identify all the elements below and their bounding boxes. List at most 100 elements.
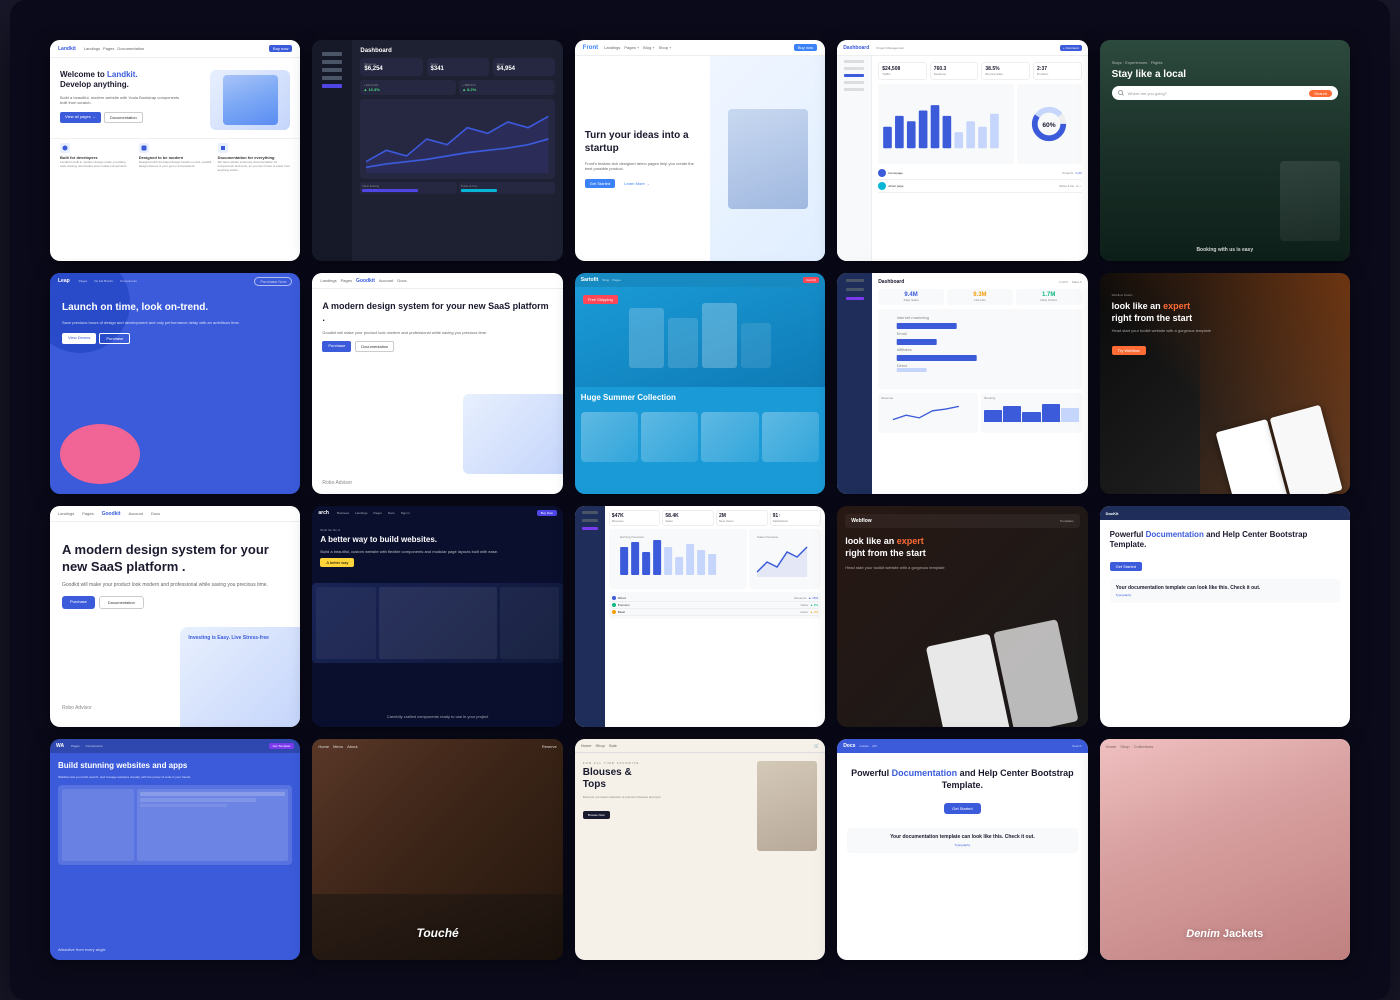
- analytics-btn[interactable]: + Comment: [1060, 45, 1082, 51]
- goodkit-nav-pages[interactable]: Pages: [82, 511, 93, 516]
- touche-nav-item2[interactable]: Menu: [333, 744, 343, 749]
- blouses-cta[interactable]: Browse Now: [583, 811, 610, 819]
- leap-btn[interactable]: Purchase Now: [254, 277, 292, 286]
- wa-desc: Webflow lets you build, launch, and mana…: [58, 775, 292, 779]
- wa-nav-pages[interactable]: Pages: [71, 744, 80, 748]
- goodkit-nav-docs[interactable]: Docs: [151, 511, 160, 516]
- card-arch[interactable]: arch Business Landings Pages Docs Sign i…: [312, 506, 562, 727]
- touche-nav-item1[interactable]: Home: [318, 744, 329, 749]
- robo-nav-landings[interactable]: Landings: [320, 278, 336, 283]
- card-data-dashboard[interactable]: Dashboard In All ▾ Sales ▾ 9.4MDaily Sal…: [837, 273, 1087, 494]
- wa-nav-btn[interactable]: Get Template: [269, 743, 295, 749]
- arch-nav-landings[interactable]: Landings: [355, 511, 367, 515]
- leap-purchase[interactable]: Purchase: [99, 333, 130, 344]
- card-expert[interactable]: Webflow Studio look like an expertright …: [1100, 273, 1350, 494]
- front-hero: Turn your ideas into a startup Front's f…: [575, 56, 825, 261]
- touche-nav-item3[interactable]: About: [347, 744, 357, 749]
- card-summer[interactable]: Sartofit Shop Pages Cart (0) Free Shippi…: [575, 273, 825, 494]
- webflow-nav-templates[interactable]: Templates: [1060, 519, 1074, 523]
- summer-nav-shop[interactable]: Shop: [602, 278, 609, 282]
- card-denim[interactable]: Home Shop Collections Denim Jackets: [1100, 739, 1350, 960]
- landkit-nav-pages[interactable]: Pages: [103, 46, 114, 51]
- front-nav-btn[interactable]: Buy now: [794, 44, 817, 51]
- card-placeholder-dark[interactable]: Webflow Templates look like an expertrig…: [837, 506, 1087, 727]
- robo-nav-pages[interactable]: Pages: [341, 278, 352, 283]
- goodkit-nav-landings[interactable]: Landings: [58, 511, 74, 516]
- robo-nav-docs[interactable]: Docs: [397, 278, 406, 283]
- expert-content: Webflow Studio look like an expertright …: [1112, 293, 1338, 357]
- local-search-placeholder[interactable]: Where are you going?: [1128, 91, 1306, 96]
- docs-nav-link2[interactable]: API: [872, 744, 877, 748]
- landkit-nav-docs[interactable]: Documentation: [117, 46, 144, 51]
- robo-docs-btn[interactable]: Documentation: [355, 341, 394, 352]
- card-goodkit-big[interactable]: Landings Pages Goodkit Account Docs A mo…: [50, 506, 300, 727]
- blouses-nav-shop[interactable]: Shop: [595, 743, 604, 748]
- front-learn-more[interactable]: Learn More →: [619, 179, 655, 188]
- arch-cta[interactable]: A better way: [320, 558, 354, 567]
- pw-btn[interactable]: Get Started: [1110, 562, 1142, 571]
- card-robo[interactable]: Landings Pages Goodkit Account Docs A mo…: [312, 273, 562, 494]
- front-cta[interactable]: Get Started: [585, 179, 615, 188]
- robo-purchase[interactable]: Purchase: [322, 341, 351, 352]
- expert-btn[interactable]: Try Webflow: [1112, 346, 1146, 355]
- docs-nav-link1[interactable]: Guides: [859, 744, 869, 748]
- landkit-btn[interactable]: Buy now: [269, 45, 292, 52]
- card-blouses[interactable]: Home Shop Sale 🛒 FOR ALL TIME FAVORITE B…: [575, 739, 825, 960]
- summer-nav-pages[interactable]: Pages: [612, 278, 621, 282]
- leap-nav-blocks[interactable]: No Fat Blocks: [94, 279, 113, 283]
- front-nav-blog[interactable]: Blog +: [643, 45, 654, 50]
- data-main: Dashboard In All ▾ Sales ▾ 9.4MDaily Sal…: [872, 273, 1087, 439]
- card-dashboard-dark[interactable]: Dashboard Revenue$6,254 Sales$341 Users$…: [312, 40, 562, 261]
- arch-nav-docs[interactable]: Docs: [388, 511, 395, 515]
- summer-cart-btn[interactable]: Cart (0): [803, 277, 819, 283]
- arch-nav-business[interactable]: Business: [337, 511, 349, 515]
- falcon-line-chart: Sales Overview: [749, 529, 821, 589]
- blouses-nav-cart[interactable]: 🛒: [814, 743, 819, 748]
- blouses-nav-home[interactable]: Home: [581, 743, 592, 748]
- wa-logo: WA: [56, 743, 64, 749]
- arch-btn[interactable]: Buy Now: [537, 510, 557, 516]
- card-touche[interactable]: Home Menu About Reserve Touché: [312, 739, 562, 960]
- landkit-docs-btn[interactable]: Documentation: [104, 112, 143, 123]
- card-front[interactable]: Front Landings Pages + Blog + Shop + Buy…: [575, 40, 825, 261]
- denim-nav-home[interactable]: Home: [1106, 744, 1117, 749]
- arch-nav-pages[interactable]: Pages: [373, 511, 382, 515]
- local-search-btn[interactable]: Search: [1309, 90, 1332, 97]
- card-analytics[interactable]: Dashboard Project Management + Comment $…: [837, 40, 1087, 261]
- card-landkit[interactable]: Landkit Landings Pages Documentation Buy…: [50, 40, 300, 261]
- local-search-bar[interactable]: Where are you going? Search: [1112, 86, 1338, 100]
- card-leap[interactable]: Leap Pages No Fat Blocks Components Purc…: [50, 273, 300, 494]
- landkit-nav-landings[interactable]: Landings: [84, 46, 100, 51]
- wa-nav-components[interactable]: Components: [86, 744, 103, 748]
- goodkit-illustration: Investing is Easy. Live Stress-free: [180, 627, 300, 727]
- goodkit-docs[interactable]: Documentation: [99, 596, 144, 609]
- docs-cta[interactable]: Get Started: [944, 803, 980, 814]
- leap-nav-components[interactable]: Components: [120, 279, 137, 283]
- denim-nav-collections[interactable]: Collections: [1134, 744, 1154, 749]
- card-docs[interactable]: Docs Guides API Search Powerful Document…: [837, 739, 1087, 960]
- goodkit-brand: Robo Advisor: [62, 705, 92, 711]
- landkit-cta[interactable]: View all pages →: [60, 112, 101, 123]
- robo-nav-account[interactable]: Account: [379, 278, 393, 283]
- denim-nav-shop[interactable]: Shop: [1120, 744, 1129, 749]
- touche-nav-reserve[interactable]: Reserve: [542, 744, 557, 749]
- goodkit-purchase[interactable]: Purchase: [62, 596, 95, 609]
- leap-cta[interactable]: View Demos: [62, 333, 96, 344]
- card-falcon[interactable]: $47KRevenue 58.4KSales 2MNew Users 91↑Sa…: [575, 506, 825, 727]
- docs-nav-search[interactable]: Search: [1072, 744, 1082, 748]
- front-logo: Front: [583, 45, 598, 51]
- denim-nav: Home Shop Collections: [1100, 739, 1350, 753]
- card-local[interactable]: Stays · Experiences · Flights Stay like …: [1100, 40, 1350, 261]
- arch-website-preview: [312, 583, 562, 663]
- front-nav-pages[interactable]: Pages +: [624, 45, 639, 50]
- goodkit-nav-account[interactable]: Account: [128, 511, 142, 516]
- leap-nav-pages[interactable]: Pages: [79, 279, 88, 283]
- arch-nav-signin[interactable]: Sign in: [401, 511, 410, 515]
- card-wa[interactable]: WA Pages Components Get Template Build s…: [50, 739, 300, 960]
- front-nav-shop[interactable]: Shop +: [659, 45, 672, 50]
- front-nav-landings[interactable]: Landings: [604, 45, 620, 50]
- blouses-nav-sale[interactable]: Sale: [609, 743, 617, 748]
- card-placeholder-white[interactable]: DocKit Powerful Documentation and Help C…: [1100, 506, 1350, 727]
- analytics-nav-item[interactable]: Project Management: [876, 46, 904, 50]
- goodkit-logo: Goodkit: [102, 511, 121, 517]
